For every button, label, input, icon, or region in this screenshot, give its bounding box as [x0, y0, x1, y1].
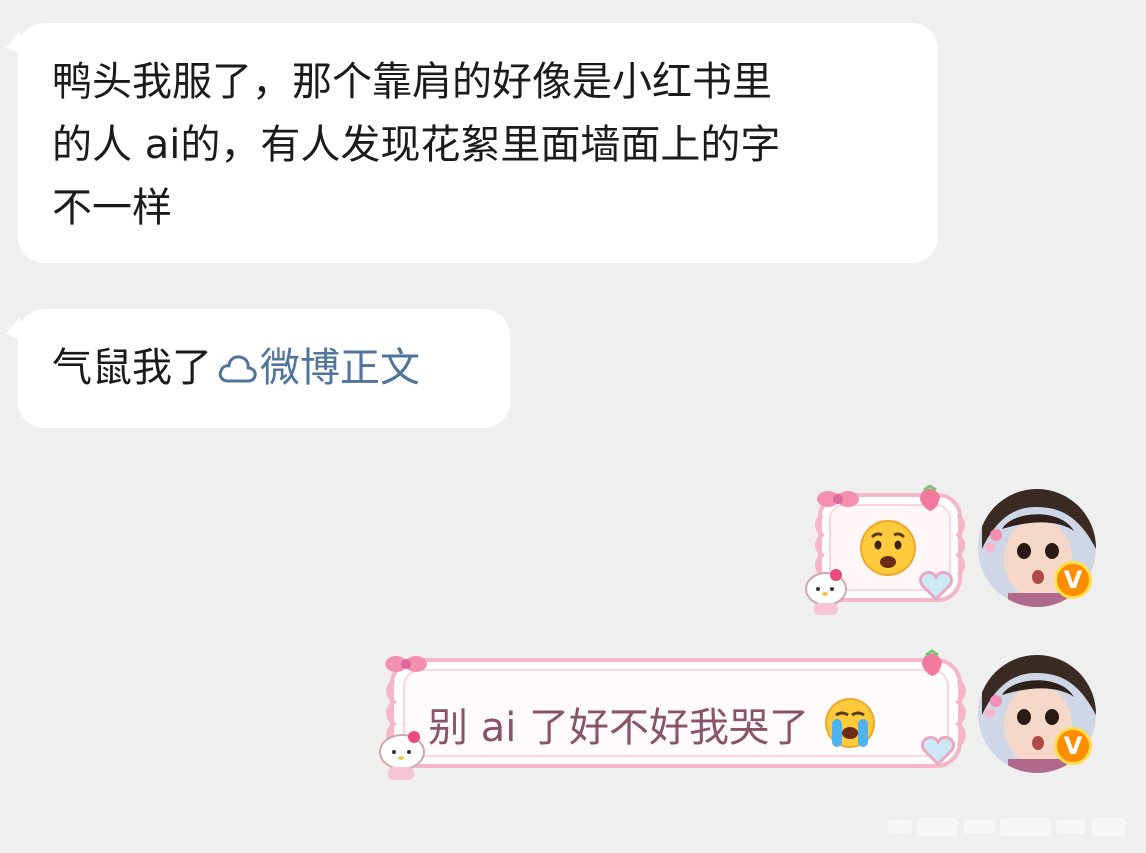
message-text-line: 不一样	[52, 185, 172, 231]
anxious-face-emoji	[860, 520, 916, 576]
weibo-link-label: 微博正文	[260, 345, 420, 391]
weibo-post-link[interactable]: 微博正文	[212, 345, 420, 391]
message-text-line: 鸭头我服了，那个靠肩的好像是小红书里	[52, 59, 772, 105]
incoming-message-bubble[interactable]: 鸭头我服了，那个靠肩的好像是小红书里 的人 ai的，有人发现花絮里面墙面上的字 …	[2, 23, 938, 263]
incoming-message-bubble[interactable]: 气鼠我了 微博正文	[2, 309, 510, 428]
message-text: 别 ai 了好不好我哭了	[428, 695, 878, 753]
weibo-cloud-icon	[218, 355, 257, 383]
bubble-tail	[2, 316, 28, 348]
message-text-line: 的人 ai的，有人发现花絮里面墙面上的字	[52, 122, 781, 168]
loudly-crying-face-emoji	[824, 698, 875, 748]
verified-badge: V	[1054, 727, 1092, 765]
verified-badge: V	[1054, 561, 1092, 599]
message-text: 气鼠我了	[52, 345, 212, 391]
message-text-content: 别 ai 了好不好我哭了	[428, 705, 810, 751]
self-avatar[interactable]: V	[978, 489, 1096, 607]
outgoing-message-bubble[interactable]: 别 ai 了好不好我哭了	[372, 648, 969, 784]
outgoing-message-bubble[interactable]	[802, 485, 967, 620]
self-avatar[interactable]: V	[978, 655, 1096, 773]
watermark-graphic	[888, 818, 1126, 836]
bubble-tail	[2, 30, 28, 62]
